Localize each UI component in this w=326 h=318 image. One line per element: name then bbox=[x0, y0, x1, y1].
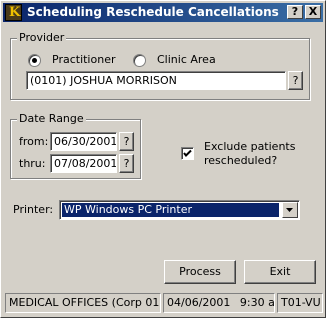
printer-select[interactable]: WP Windows PC Printer bbox=[59, 200, 300, 220]
app-logo-icon: K bbox=[5, 4, 22, 21]
thru-date-field[interactable]: 07/08/2001 bbox=[50, 154, 117, 173]
dialog-window: K Scheduling Reschedule Cancellations ? … bbox=[0, 0, 326, 318]
provider-lookup-button[interactable]: ? bbox=[288, 71, 303, 90]
provider-legend: Provider bbox=[17, 31, 67, 45]
date-range-legend: Date Range bbox=[17, 112, 86, 126]
provider-field[interactable]: (0101) JOSHUA MORRISON bbox=[26, 71, 286, 90]
practitioner-radio[interactable] bbox=[28, 54, 41, 67]
checkmark-icon bbox=[183, 149, 192, 157]
dropdown-arrow-button[interactable] bbox=[282, 202, 298, 218]
exclude-label-line1[interactable]: Exclude patients bbox=[204, 140, 295, 154]
exclude-label-line2[interactable]: rescheduled? bbox=[204, 154, 277, 168]
clinic-area-radio[interactable] bbox=[133, 54, 146, 67]
date-range-group: Date Range from: 06/30/2001 ? thru: 07/0… bbox=[10, 112, 141, 179]
exclude-checkbox[interactable] bbox=[181, 147, 194, 160]
process-button-label: Process bbox=[179, 265, 221, 278]
exit-button-label: Exit bbox=[269, 265, 291, 278]
title-bar[interactable]: K Scheduling Reschedule Cancellations ? … bbox=[3, 3, 323, 22]
status-datetime: 04/06/2001 9:30 am bbox=[163, 293, 275, 313]
thru-date-lookup-button[interactable]: ? bbox=[119, 154, 134, 173]
chevron-down-icon bbox=[286, 208, 293, 212]
from-label: from: bbox=[19, 135, 49, 148]
status-time: 9:30 am bbox=[239, 296, 275, 309]
exit-button[interactable]: Exit bbox=[244, 260, 316, 284]
practitioner-label[interactable]: Practitioner bbox=[52, 53, 115, 67]
status-bar: MEDICAL OFFICES (Corp 01) 04/06/2001 9:3… bbox=[5, 293, 323, 313]
clinic-area-label[interactable]: Clinic Area bbox=[157, 53, 216, 67]
window-title: Scheduling Reschedule Cancellations bbox=[27, 5, 279, 19]
from-date-lookup-button[interactable]: ? bbox=[119, 132, 134, 151]
thru-label: thru: bbox=[19, 157, 46, 170]
status-terminal: T01-VU bbox=[277, 293, 323, 313]
radio-selected-dot bbox=[32, 58, 37, 63]
status-date: 04/06/2001 bbox=[167, 296, 231, 309]
printer-selected-value: WP Windows PC Printer bbox=[62, 203, 279, 217]
process-button[interactable]: Process bbox=[164, 260, 236, 284]
from-date-field[interactable]: 06/30/2001 bbox=[50, 132, 117, 151]
close-button[interactable]: X bbox=[305, 5, 321, 19]
provider-group: Provider Practitioner Clinic Area (0101)… bbox=[10, 31, 310, 100]
help-button[interactable]: ? bbox=[287, 5, 303, 19]
status-office: MEDICAL OFFICES (Corp 01) bbox=[5, 293, 161, 313]
printer-label: Printer: bbox=[13, 203, 54, 216]
